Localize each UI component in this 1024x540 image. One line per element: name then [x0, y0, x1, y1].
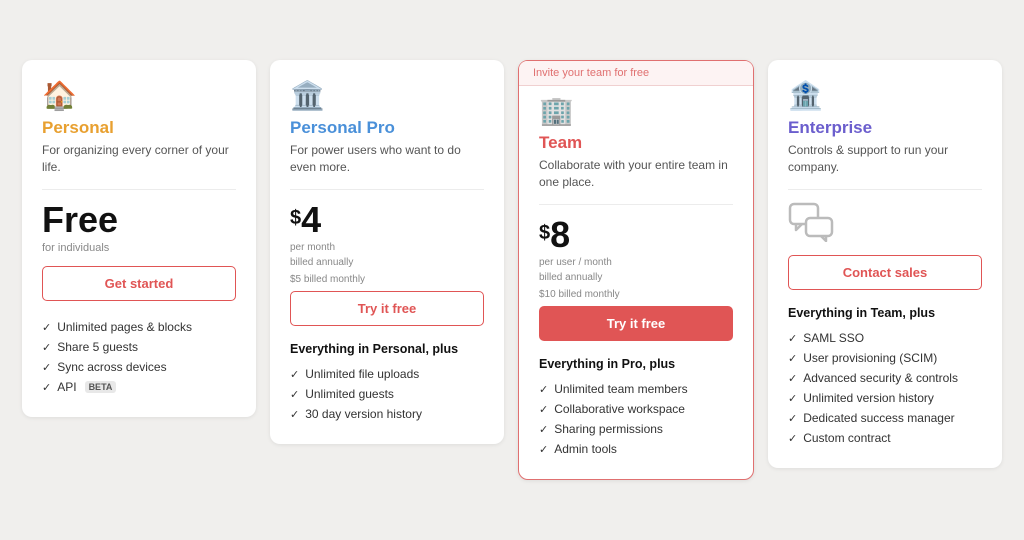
plan-card-enterprise: 🏦 Enterprise Controls & support to run y… [768, 60, 1002, 469]
features-heading-enterprise: Everything in Team, plus [788, 306, 982, 320]
feature-text: Collaborative workspace [554, 402, 685, 416]
plan-desc-personal: For organizing every corner of your life… [42, 142, 236, 176]
check-icon: ✓ [290, 368, 299, 381]
featured-badge: Invite your team for free [519, 61, 753, 86]
price-team: $8 [539, 217, 733, 253]
feature-list-pro: ✓ Unlimited file uploads ✓ Unlimited guest… [290, 364, 484, 424]
price-pro: $4 [290, 202, 484, 238]
feature-text: Admin tools [554, 442, 617, 456]
price-block-enterprise [788, 202, 982, 247]
feature-text: SAML SSO [803, 331, 864, 345]
price-individual-personal: for individuals [42, 242, 236, 254]
feature-text: Custom contract [803, 431, 890, 445]
price-monthly-pro: $5 billed monthly [290, 272, 484, 287]
check-icon: ✓ [788, 372, 797, 385]
features-heading-team: Everything in Pro, plus [539, 357, 733, 371]
plan-desc-team: Collaborate with your entire team in one… [539, 157, 733, 191]
enterprise-icon: 🏦 [788, 82, 982, 110]
feature-item: ✓ Unlimited version history [788, 388, 982, 408]
cta-personal-pro[interactable]: Try it free [290, 291, 484, 326]
feature-item: ✓ Sharing permissions [539, 419, 733, 439]
feature-item: ✓ Admin tools [539, 439, 733, 459]
feature-list-personal: ✓ Unlimited pages & blocks ✓ Share 5 guest… [42, 317, 236, 397]
check-icon: ✓ [539, 443, 548, 456]
api-badge: BETA [85, 381, 117, 393]
check-icon: ✓ [290, 388, 299, 401]
plan-desc-personal-pro: For power users who want to do even more… [290, 142, 484, 176]
feature-item: ✓ 30 day version history [290, 404, 484, 424]
feature-text: Unlimited file uploads [305, 367, 419, 381]
check-icon: ✓ [788, 412, 797, 425]
feature-item: ✓ Custom contract [788, 428, 982, 448]
check-icon: ✓ [42, 361, 51, 374]
check-icon: ✓ [42, 321, 51, 334]
feature-text: Unlimited version history [803, 391, 934, 405]
cta-team[interactable]: Try it free [539, 306, 733, 341]
check-icon: ✓ [539, 403, 548, 416]
feature-text: Sharing permissions [554, 422, 663, 436]
price-meta-pro: per month billed annually [290, 240, 484, 270]
check-icon: ✓ [539, 383, 548, 396]
check-icon: ✓ [42, 381, 51, 394]
features-heading-pro: Everything in Personal, plus [290, 342, 484, 356]
price-monthly-team: $10 billed monthly [539, 287, 733, 302]
check-icon: ✓ [788, 392, 797, 405]
feature-text: API [57, 380, 76, 394]
feature-item: ✓ Share 5 guests [42, 337, 236, 357]
chat-icon [788, 202, 982, 247]
feature-item: ✓ SAML SSO [788, 328, 982, 348]
personal-pro-icon: 🏛️ [290, 82, 484, 110]
feature-text: Unlimited pages & blocks [57, 320, 192, 334]
personal-icon: 🏠 [42, 82, 236, 110]
feature-item: ✓ Unlimited file uploads [290, 364, 484, 384]
check-icon: ✓ [788, 332, 797, 345]
price-block-pro: $4 per month billed annually $5 billed m… [290, 202, 484, 287]
plan-name-personal-pro: Personal Pro [290, 118, 484, 138]
check-icon: ✓ [788, 352, 797, 365]
feature-list-enterprise: ✓ SAML SSO ✓ User provisioning (SCIM) ✓ Adv… [788, 328, 982, 448]
price-meta-team: per user / month billed annually [539, 255, 733, 285]
plan-card-team: Invite your team for free 🏢 Team Collabo… [518, 60, 754, 481]
feature-text: Unlimited team members [554, 382, 687, 396]
check-icon: ✓ [539, 423, 548, 436]
plan-card-personal-pro: 🏛️ Personal Pro For power users who want… [270, 60, 504, 445]
check-icon: ✓ [42, 341, 51, 354]
feature-text: 30 day version history [305, 407, 422, 421]
feature-text: Unlimited guests [305, 387, 394, 401]
price-personal: Free [42, 202, 236, 238]
feature-text: Sync across devices [57, 360, 166, 374]
feature-list-team: ✓ Unlimited team members ✓ Collaborative w… [539, 379, 733, 459]
price-block-team: $8 per user / month billed annually $10 … [539, 217, 733, 302]
feature-item: ✓ Sync across devices [42, 357, 236, 377]
feature-item: ✓ Advanced security & controls [788, 368, 982, 388]
feature-text: User provisioning (SCIM) [803, 351, 937, 365]
feature-text: Share 5 guests [57, 340, 138, 354]
team-icon: 🏢 [539, 97, 733, 125]
plan-card-personal: 🏠 Personal For organizing every corner o… [22, 60, 256, 418]
feature-item: ✓ Dedicated success manager [788, 408, 982, 428]
feature-item: ✓ Unlimited pages & blocks [42, 317, 236, 337]
cta-personal[interactable]: Get started [42, 266, 236, 301]
feature-item: ✓ User provisioning (SCIM) [788, 348, 982, 368]
feature-text: Dedicated success manager [803, 411, 954, 425]
check-icon: ✓ [290, 408, 299, 421]
feature-item: ✓ API BETA [42, 377, 236, 397]
check-icon: ✓ [788, 432, 797, 445]
plan-desc-enterprise: Controls & support to run your company. [788, 142, 982, 176]
feature-text: Advanced security & controls [803, 371, 958, 385]
plan-name-enterprise: Enterprise [788, 118, 982, 138]
feature-item: ✓ Unlimited guests [290, 384, 484, 404]
cta-enterprise[interactable]: Contact sales [788, 255, 982, 290]
feature-item: ✓ Unlimited team members [539, 379, 733, 399]
plan-name-team: Team [539, 133, 733, 153]
feature-item: ✓ Collaborative workspace [539, 399, 733, 419]
plan-name-personal: Personal [42, 118, 236, 138]
pricing-container: 🏠 Personal For organizing every corner o… [22, 60, 1002, 481]
